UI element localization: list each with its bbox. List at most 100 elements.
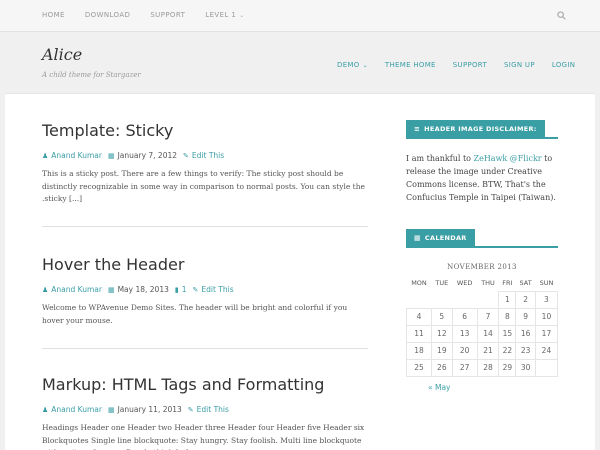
calendar-icon: ▦ [107, 151, 115, 160]
pencil-icon: ✎ [187, 405, 194, 414]
nav-support[interactable]: SUPPORT [453, 61, 487, 69]
calendar-day: 17 [534, 324, 559, 343]
user-icon: ♟ [42, 405, 49, 414]
post-divider [42, 348, 368, 349]
calendar-day: 30 [515, 358, 536, 377]
post-author[interactable]: Anand Kumar [51, 285, 102, 294]
calendar-day: 14 [476, 324, 500, 343]
widget-underline [406, 137, 558, 139]
content-panel: Template: Sticky ♟ Anand Kumar ▦ January… [5, 93, 595, 450]
calendar-day: 26 [431, 358, 453, 377]
day-header: TUE [435, 279, 449, 287]
calendar-day: 1 [498, 290, 517, 309]
top-bar: HOME DOWNLOAD SUPPORT LEVEL 1 ⌄ [0, 0, 600, 32]
calendar-icon: ▦ [414, 234, 421, 242]
edit-link[interactable]: Edit This [197, 405, 229, 414]
search-icon[interactable] [557, 11, 566, 20]
post-author[interactable]: Anand Kumar [51, 405, 102, 414]
calendar-day: 9 [515, 307, 536, 326]
nav-sign-up[interactable]: SIGN UP [504, 61, 535, 69]
calendar-prev-link[interactable]: « May [428, 383, 450, 392]
day-header: MON [411, 279, 427, 287]
calendar-day: 21 [476, 341, 500, 360]
calendar-day: 28 [476, 358, 500, 377]
comment-count[interactable]: 1 [182, 285, 187, 294]
site-description: A child theme for Stargazer [42, 71, 141, 79]
post-title[interactable]: Markup: HTML Tags and Formatting [42, 375, 368, 394]
post-excerpt: Headings Header one Header two Header th… [42, 423, 365, 450]
calendar-day: 29 [498, 358, 517, 377]
calendar-day: 24 [534, 341, 559, 360]
calendar-day: 19 [431, 341, 453, 360]
site-title[interactable]: Alice [42, 45, 82, 64]
nav-demo[interactable]: DEMO ⌄ [337, 61, 368, 69]
post-author[interactable]: Anand Kumar [51, 151, 102, 160]
calendar-caption: NOVEMBER 2013 [447, 263, 517, 271]
top-nav-home[interactable]: HOME [42, 11, 65, 19]
list-icon: ≡ [414, 125, 421, 133]
post-divider [42, 226, 368, 227]
calendar-day: 5 [431, 307, 453, 326]
widget-title-calendar: ▦ CALENDAR [406, 229, 475, 247]
post-title[interactable]: Template: Sticky [42, 121, 368, 140]
top-nav-level-1-label: LEVEL 1 [205, 11, 237, 19]
day-header: THU [481, 279, 495, 287]
post-date[interactable]: January 11, 2013 [118, 405, 182, 414]
edit-link[interactable]: Edit This [192, 151, 224, 160]
post-meta: ♟ Anand Kumar ▦ January 11, 2013 ✎ Edit … [42, 405, 368, 414]
calendar-day: 3 [534, 290, 559, 309]
calendar-day: 7 [476, 307, 500, 326]
edit-link[interactable]: Edit This [201, 285, 233, 294]
post-date[interactable]: January 7, 2012 [118, 151, 177, 160]
calendar-day: 23 [515, 341, 536, 360]
calendar-week: 18 19 20 21 22 23 24 [405, 341, 559, 360]
calendar-day: 18 [405, 341, 433, 360]
top-nav-download[interactable]: DOWNLOAD [85, 11, 130, 19]
chevron-down-icon: ⌄ [239, 12, 245, 19]
post-date[interactable]: May 18, 2013 [118, 285, 169, 294]
user-icon: ♟ [42, 151, 49, 160]
calendar-day: 8 [498, 307, 517, 326]
post-excerpt: This is a sticky post. There are a few t… [42, 169, 365, 203]
post-meta: ♟ Anand Kumar ▦ January 7, 2012 ✎ Edit T… [42, 151, 368, 160]
top-nav-level-1[interactable]: LEVEL 1 ⌄ [205, 11, 244, 19]
calendar-icon: ▦ [107, 405, 115, 414]
nav-theme-home[interactable]: THEME HOME [385, 61, 436, 69]
calendar-week: 4 5 6 7 8 9 10 [405, 307, 559, 326]
post: Markup: HTML Tags and Formatting ♟ Anand… [42, 375, 368, 450]
calendar-pad [534, 358, 559, 377]
post: Hover the Header ♟ Anand Kumar ▦ May 18,… [42, 255, 368, 327]
site-header: Alice A child theme for Stargazer DEMO ⌄ … [0, 33, 600, 93]
calendar-pad [432, 291, 453, 308]
day-header: SUN [539, 278, 554, 287]
calendar-week: 25 26 27 28 29 30 [405, 358, 559, 377]
nav-demo-label: DEMO [337, 61, 360, 69]
disclaimer-text: I am thankful to ZeHawk @Flickr to relea… [406, 152, 558, 204]
day-header: FRI [502, 278, 513, 287]
calendar-day: 12 [431, 324, 453, 343]
calendar-pad [477, 291, 499, 308]
calendar-day: 15 [498, 324, 517, 343]
calendar-pad [452, 291, 477, 308]
calendar-day: 25 [405, 358, 433, 377]
flickr-link[interactable]: ZeHawk @Flickr [474, 154, 542, 163]
pencil-icon: ✎ [183, 151, 189, 160]
disclaimer-text-start: I am thankful to [406, 154, 474, 163]
calendar-day: 10 [534, 307, 559, 326]
comment-icon: ▮ [174, 285, 179, 294]
calendar-header-row: MON TUE WED THU FRI SAT SUN [407, 275, 558, 291]
calendar-table: MON TUE WED THU FRI SAT SUN 1 2 3 4 5 6 … [405, 275, 559, 377]
post-excerpt: Welcome to WPAvenue Demo Sites. The head… [42, 303, 348, 325]
calendar-day: 11 [405, 324, 433, 343]
calendar-day: 2 [515, 290, 536, 309]
chevron-down-icon: ⌄ [362, 62, 368, 69]
top-nav-support[interactable]: SUPPORT [150, 11, 185, 19]
widget-title-label: CALENDAR [424, 234, 467, 242]
calendar-week: 1 2 3 [407, 290, 559, 309]
nav-login[interactable]: LOGIN [552, 61, 575, 69]
calendar-day: 6 [451, 307, 478, 326]
widget-underline [406, 246, 558, 248]
widget-title-label: HEADER IMAGE DISCLAIMER: [424, 125, 537, 133]
post-title[interactable]: Hover the Header [42, 255, 368, 274]
calendar-day: 20 [451, 341, 478, 360]
